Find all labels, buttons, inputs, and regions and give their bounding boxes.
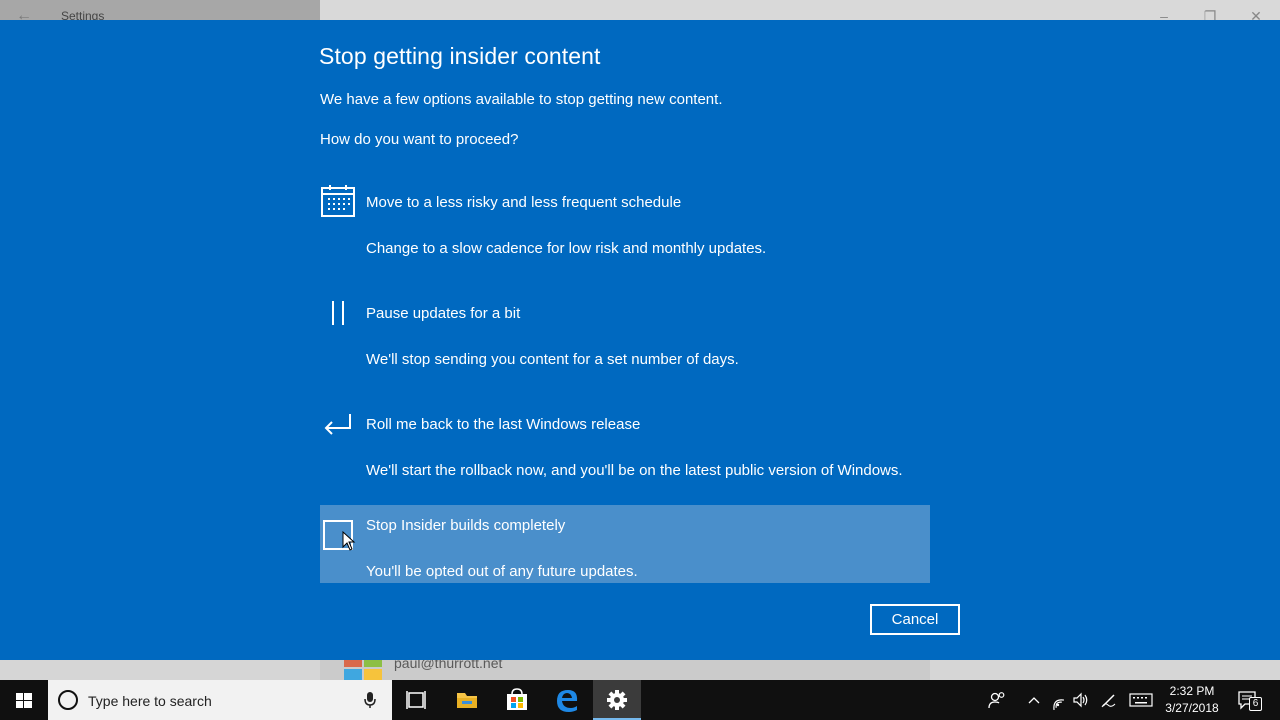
search-placeholder: Type here to search: [88, 693, 212, 709]
option-description: Change to a slow cadence for low risk an…: [366, 240, 767, 257]
option-description: You'll be opted out of any future update…: [366, 563, 638, 580]
clock-date: 3/27/2018: [1165, 701, 1219, 715]
start-button[interactable]: [0, 680, 48, 720]
edge-button[interactable]: [543, 680, 591, 720]
settings-taskbar-button[interactable]: [593, 680, 641, 720]
microphone-icon[interactable]: [363, 691, 377, 709]
edge-icon: [557, 690, 578, 712]
rollback-arrow-icon: [324, 414, 351, 435]
dialog-title: Stop getting insider content: [319, 43, 601, 69]
chevron-up-icon[interactable]: [1024, 690, 1044, 710]
taskbar: Type here to search 2:32 PM 3/27/2018 6: [0, 680, 1280, 720]
option-description: We'll stop sending you content for a set…: [366, 351, 739, 368]
file-explorer-button[interactable]: [443, 680, 491, 720]
taskbar-search-box[interactable]: Type here to search: [48, 680, 392, 720]
calendar-icon: [321, 185, 355, 217]
file-explorer-icon: [457, 693, 477, 708]
option-pause-updates[interactable]: Pause updates for a bit We'll stop sendi…: [320, 295, 930, 373]
store-button[interactable]: [493, 680, 541, 720]
option-rollback[interactable]: Roll me back to the last Windows release…: [320, 406, 930, 484]
people-icon[interactable]: [987, 690, 1007, 710]
pen-workspace-icon[interactable]: [1099, 690, 1119, 710]
option-description: We'll start the rollback now, and you'll…: [366, 462, 903, 479]
task-view-button[interactable]: [392, 680, 440, 720]
option-title: Pause updates for a bit: [366, 305, 521, 322]
option-title: Move to a less risky and less frequent s…: [366, 194, 682, 211]
dialog-intro: We have a few options available to stop …: [320, 91, 723, 108]
action-center-button[interactable]: 6: [1236, 688, 1262, 712]
dialog-question: How do you want to proceed?: [320, 131, 519, 148]
option-title: Roll me back to the last Windows release: [366, 416, 641, 433]
clock[interactable]: 2:32 PM 3/27/2018: [1160, 683, 1224, 717]
stop-insider-dialog: Stop getting insider content We have a f…: [0, 20, 1280, 660]
option-less-risky-schedule[interactable]: Move to a less risky and less frequent s…: [320, 184, 930, 262]
store-icon: [507, 688, 527, 710]
option-stop-insider-builds[interactable]: Stop Insider builds completely You'll be…: [320, 505, 930, 583]
settings-gear-icon: [607, 690, 627, 710]
task-view-icon: [406, 691, 426, 709]
notification-count-badge: 6: [1249, 697, 1262, 711]
clock-time: 2:32 PM: [1169, 684, 1215, 698]
cortana-icon: [58, 690, 78, 710]
pause-icon: [332, 301, 344, 325]
windows-logo-icon: [16, 693, 32, 708]
cancel-button[interactable]: Cancel: [870, 604, 960, 635]
touch-keyboard-icon[interactable]: [1129, 690, 1153, 710]
wifi-icon[interactable]: [1049, 690, 1069, 710]
mouse-cursor-icon: [342, 531, 356, 551]
volume-icon[interactable]: [1071, 690, 1091, 710]
option-title: Stop Insider builds completely: [366, 517, 566, 534]
